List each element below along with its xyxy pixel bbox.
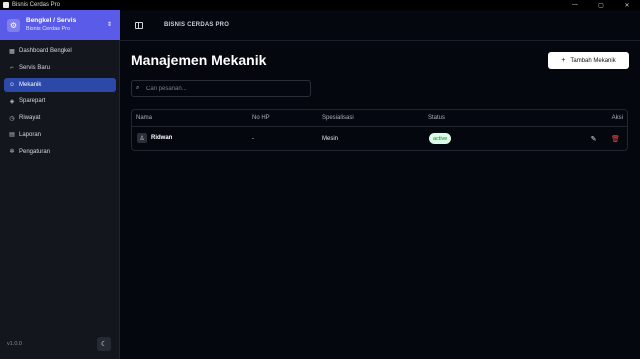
brand-switcher[interactable]: ⚙ Bengkel / Servis Bisnis Cerdas Pro ⇕ bbox=[0, 10, 120, 40]
brand-subtitle: Bisnis Cerdas Pro bbox=[26, 26, 71, 32]
sidebar: ⚙ Bengkel / Servis Bisnis Cerdas Pro ⇕ ▦… bbox=[0, 10, 120, 359]
column-header-status: Status bbox=[428, 115, 446, 121]
column-header-phone: No HP bbox=[252, 115, 270, 121]
plus-icon: + bbox=[561, 57, 566, 64]
minimize-button[interactable]: — bbox=[562, 0, 588, 10]
mechanic-name: Ridwan bbox=[151, 135, 173, 141]
mechanic-specialization: Mesin bbox=[322, 136, 339, 142]
sidebar-nav: ▦ Dashboard Bengkel ⌐ Servis Baru ☺ Meka… bbox=[4, 44, 116, 162]
chevron-updown-icon: ⇕ bbox=[106, 22, 112, 28]
sidebar-item-label: Sparepart bbox=[19, 98, 46, 105]
status-badge: active bbox=[429, 133, 452, 144]
history-icon: ◷ bbox=[9, 115, 15, 122]
maximize-button[interactable]: ▢ bbox=[588, 0, 614, 10]
column-header-name: Nama bbox=[136, 115, 153, 121]
sidebar-item-pengaturan[interactable]: ✲ Pengaturan bbox=[4, 145, 116, 159]
window-title: Bisnis Cerdas Pro bbox=[12, 2, 61, 8]
sidebar-item-label: Dashboard Bengkel bbox=[19, 48, 72, 54]
add-mechanic-label: Tambah Mekanik bbox=[570, 57, 616, 64]
sidebar-item-mekanik[interactable]: ☺ Mekanik bbox=[4, 77, 116, 92]
sidebar-item-servis-baru[interactable]: ⌐ Servis Baru bbox=[4, 61, 116, 75]
brand-logo-icon: ⚙ bbox=[7, 18, 20, 32]
sidebar-item-label: Mekanik bbox=[19, 81, 42, 88]
app-icon bbox=[3, 2, 9, 8]
column-header-specialization: Spesialisasi bbox=[322, 115, 354, 121]
dashboard-icon: ▦ bbox=[9, 48, 15, 55]
sidebar-item-label: Riwayat bbox=[19, 115, 41, 122]
table-header: Nama No HP Spesialisasi Status Aksi bbox=[132, 110, 627, 127]
users-icon: ☺ bbox=[8, 81, 16, 88]
wrench-icon: ⌐ bbox=[10, 64, 14, 71]
app-version: v1.0.0 bbox=[7, 341, 22, 347]
report-icon: ▤ bbox=[9, 132, 15, 139]
mechanics-table: Nama No HP Spesialisasi Status Aksi ♙ Ri… bbox=[131, 109, 628, 151]
column-header-actions: Aksi bbox=[611, 115, 623, 121]
topbar-title: BISNIS CERDAS PRO bbox=[164, 22, 230, 28]
edit-icon[interactable]: ✎ bbox=[589, 134, 598, 143]
brand-title: Bengkel / Servis bbox=[26, 17, 77, 24]
moon-icon: ☾ bbox=[100, 341, 108, 348]
sidebar-item-laporan[interactable]: ▤ Laporan bbox=[4, 128, 116, 142]
sidebar-toggle-icon[interactable] bbox=[135, 21, 143, 29]
gear-icon: ✲ bbox=[9, 149, 15, 156]
trash-icon[interactable]: 🗑 bbox=[611, 134, 620, 143]
window-titlebar: Bisnis Cerdas Pro — ▢ ✕ bbox=[0, 0, 640, 10]
search-box: ⌕ bbox=[131, 80, 311, 97]
sidebar-item-label: Servis Baru bbox=[19, 64, 51, 71]
box-icon: ◈ bbox=[9, 98, 15, 105]
user-avatar-icon: ♙ bbox=[137, 133, 147, 143]
window-controls: — ▢ ✕ bbox=[562, 0, 640, 10]
sidebar-item-sparepart[interactable]: ◈ Sparepart bbox=[4, 94, 116, 108]
search-icon: ⌕ bbox=[136, 85, 140, 91]
sidebar-item-label: Laporan bbox=[19, 131, 42, 138]
table-row: ♙ Ridwan - Mesin active ✎ 🗑 bbox=[132, 127, 627, 151]
add-mechanic-button[interactable]: + Tambah Mekanik bbox=[548, 52, 629, 69]
mechanic-phone: - bbox=[252, 136, 254, 142]
sidebar-item-label: Pengaturan bbox=[19, 148, 51, 155]
sidebar-item-dashboard[interactable]: ▦ Dashboard Bengkel bbox=[4, 44, 116, 58]
search-input[interactable] bbox=[146, 85, 296, 92]
theme-toggle-button[interactable]: ☾ bbox=[97, 337, 111, 351]
page-title: Manajemen Mekanik bbox=[131, 52, 267, 68]
sidebar-item-riwayat[interactable]: ◷ Riwayat bbox=[4, 111, 116, 125]
close-button[interactable]: ✕ bbox=[614, 0, 640, 10]
topbar: BISNIS CERDAS PRO bbox=[120, 10, 640, 41]
